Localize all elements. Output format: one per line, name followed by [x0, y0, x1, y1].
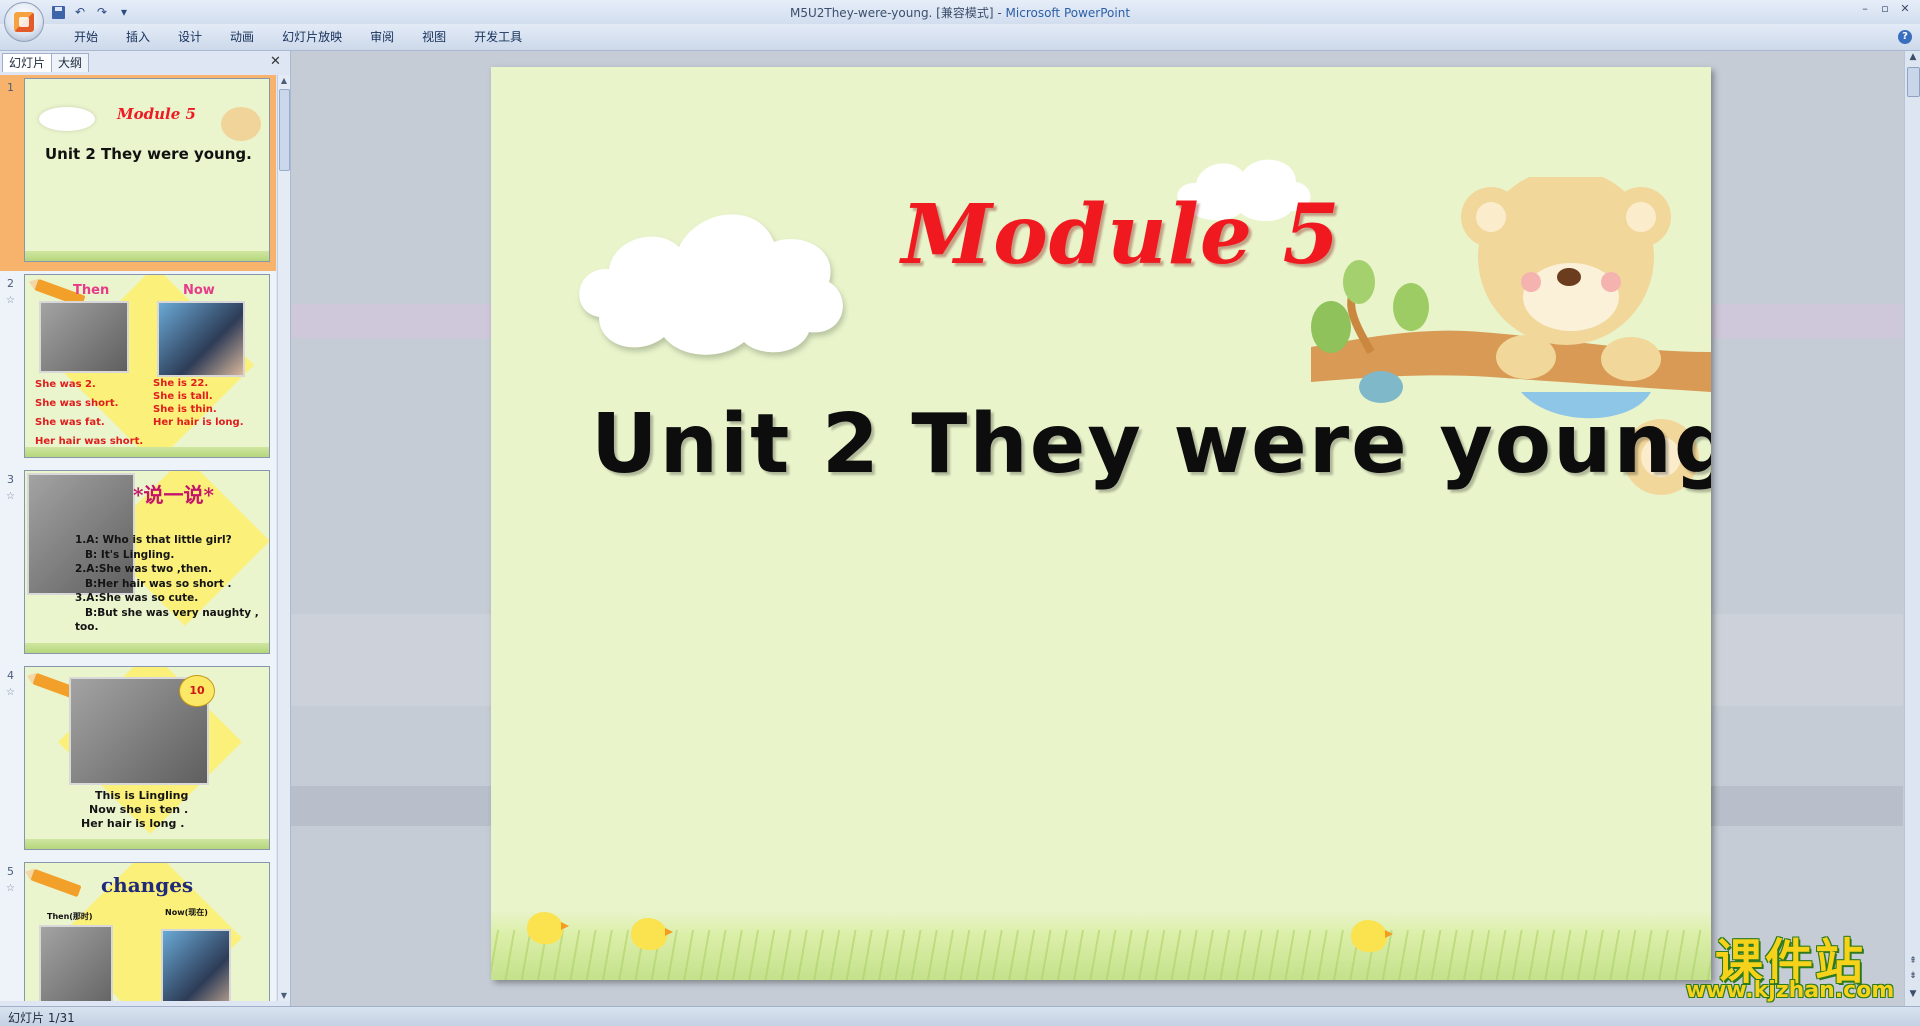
then-photo — [39, 301, 129, 373]
chick-icon — [527, 912, 569, 944]
now-text: She is 22. She is tall. She is thin. Her… — [153, 378, 244, 428]
thumbnail-number: 1 — [7, 81, 14, 94]
tab-developer[interactable]: 开发工具 — [460, 29, 536, 45]
animation-star-icon: ☆ — [6, 687, 15, 698]
animation-star-icon: ☆ — [6, 295, 15, 306]
thumbnail-number: 5 — [7, 865, 14, 878]
close-panel-icon[interactable]: ✕ — [270, 54, 281, 69]
close-button[interactable]: ✕ — [1896, 1, 1914, 17]
now-label: Now(现在) — [165, 908, 208, 917]
document-title: M5U2They-were-young. [兼容模式] — [789, 6, 994, 20]
thumbnail-title: Module 5 — [117, 105, 196, 123]
editor-scrollbar[interactable]: ▲ ⇞ ⇟ ▼ — [1904, 51, 1920, 1006]
slide-title[interactable]: Module 5 — [491, 187, 1711, 283]
undo-button[interactable]: ↶ — [72, 4, 88, 20]
slide-thumbnail-5[interactable]: changes Then(那时) Now(现在) — [24, 862, 270, 1001]
thumbnail-subtitle: Unit 2 They were young. — [45, 145, 252, 163]
thumbnail-row-1[interactable]: 1 Module 5 Unit 2 They were young. — [0, 75, 276, 271]
current-slide[interactable]: Module 5 Unit 2 They were young. — [491, 67, 1711, 980]
scrollbar-thumb[interactable] — [279, 89, 290, 171]
window-title: M5U2They-were-young. [兼容模式] - Microsoft … — [0, 4, 1920, 21]
then-photo — [39, 925, 113, 1001]
scroll-up-icon[interactable]: ▲ — [1907, 52, 1919, 62]
redo-icon: ↷ — [96, 5, 108, 19]
tab-insert[interactable]: 插入 — [112, 29, 164, 45]
now-photo — [161, 929, 231, 1001]
slide-thumbnail-4[interactable]: 10 This is Lingling Now she is ten . Her… — [24, 666, 270, 850]
window-controls: – ▫ ✕ — [1856, 1, 1914, 17]
now-photo — [157, 301, 245, 377]
help-icon[interactable]: ? — [1898, 30, 1912, 44]
grass-decoration — [25, 251, 269, 261]
slides-panel: 幻灯片 大纲 ✕ 1 Module 5 Unit 2 They were you… — [0, 51, 291, 1006]
redo-button[interactable]: ↷ — [94, 4, 110, 20]
then-label: Then(那时) — [47, 912, 93, 921]
grass-decoration — [25, 839, 269, 849]
animation-star-icon: ☆ — [6, 883, 15, 894]
status-bar: 幻灯片 1/31 — [0, 1006, 1920, 1026]
chevron-down-icon: ▾ — [120, 5, 128, 19]
then-text: She was 2. She was short. She was fat. H… — [35, 379, 144, 447]
watermark: 课件站 www.kjzhan.com — [1670, 922, 1910, 1006]
minimize-button[interactable]: – — [1856, 1, 1874, 17]
thumbnail-heading: changes — [101, 873, 194, 897]
tab-design[interactable]: 设计 — [164, 29, 216, 45]
chick-icon — [1351, 920, 1393, 952]
tab-slideshow[interactable]: 幻灯片放映 — [268, 29, 356, 45]
maximize-button[interactable]: ▫ — [1876, 1, 1894, 17]
application-name: Microsoft PowerPoint — [1005, 6, 1131, 20]
thumbnail-list[interactable]: 1 Module 5 Unit 2 They were young. 2 ☆ T… — [0, 75, 276, 1001]
thumbnail-number: 2 — [7, 277, 14, 290]
tab-view[interactable]: 视图 — [408, 29, 460, 45]
ribbon-tab-bar: 开始 插入 设计 动画 幻灯片放映 审阅 视图 开发工具 ? — [0, 24, 1920, 51]
thumbnail-row-2[interactable]: 2 ☆ Then Now She was 2. She was short. S… — [0, 271, 276, 467]
thumbnail-row-3[interactable]: 3 ☆ *说一说* 1.A: Who is that little girl? … — [0, 467, 276, 663]
watermark-url: www.kjzhan.com — [1685, 978, 1895, 1003]
thumbnail-number: 4 — [7, 669, 14, 682]
thumbnail-number: 3 — [7, 473, 14, 486]
panel-tab-slides[interactable]: 幻灯片 — [2, 53, 53, 72]
title-bar: ↶ ↷ ▾ M5U2They-were-young. [兼容模式] - Micr… — [0, 0, 1920, 42]
pencil-icon — [30, 868, 82, 898]
tab-review[interactable]: 审阅 — [356, 29, 408, 45]
quick-access-toolbar: ↶ ↷ ▾ — [50, 3, 132, 21]
slide-thumbnail-1[interactable]: Module 5 Unit 2 They were young. — [24, 78, 270, 262]
description-text: This is Lingling Now she is ten . Her ha… — [81, 789, 189, 830]
cloud-decoration — [39, 107, 95, 131]
grass-decoration — [25, 447, 269, 457]
title-separator: - — [993, 6, 1006, 20]
undo-icon: ↶ — [74, 5, 86, 19]
dialogue-text: 1.A: Who is that little girl? B: It's Li… — [75, 534, 259, 633]
grass-decoration — [25, 643, 269, 653]
slide-thumbnail-2[interactable]: Then Now She was 2. She was short. She w… — [24, 274, 270, 458]
count-badge: 10 — [179, 675, 215, 707]
then-label: Then — [73, 283, 110, 298]
grass-decoration — [491, 930, 1711, 980]
scroll-down-icon[interactable]: ▼ — [279, 991, 289, 1000]
thumbnail-row-5[interactable]: 5 ☆ changes Then(那时) Now(现在) — [0, 859, 276, 1001]
thumbnail-heading: *说一说* — [133, 483, 214, 507]
now-label: Now — [183, 283, 215, 298]
tab-home[interactable]: 开始 — [60, 29, 112, 45]
save-icon — [51, 5, 65, 19]
slide-thumbnail-3[interactable]: *说一说* 1.A: Who is that little girl? B: I… — [24, 470, 270, 654]
scroll-up-icon[interactable]: ▲ — [279, 76, 289, 85]
chick-icon — [631, 918, 673, 950]
bear-decoration — [221, 107, 261, 141]
panel-tab-outline[interactable]: 大纲 — [51, 53, 90, 72]
slide-subtitle[interactable]: Unit 2 They were young. — [591, 397, 1711, 492]
save-button[interactable] — [50, 4, 66, 20]
thumbnail-row-4[interactable]: 4 ☆ 10 This is Lingling Now she is ten .… — [0, 663, 276, 859]
customize-qat-button[interactable]: ▾ — [116, 4, 132, 20]
office-button[interactable] — [4, 2, 44, 42]
office-logo-icon — [14, 12, 34, 32]
scrollbar-thumb[interactable] — [1907, 67, 1920, 97]
tab-animations[interactable]: 动画 — [216, 29, 268, 45]
animation-star-icon: ☆ — [6, 491, 15, 502]
thumbnails-scrollbar[interactable]: ▲ ▼ — [277, 75, 290, 1001]
slide-indicator: 幻灯片 1/31 — [8, 1011, 75, 1025]
